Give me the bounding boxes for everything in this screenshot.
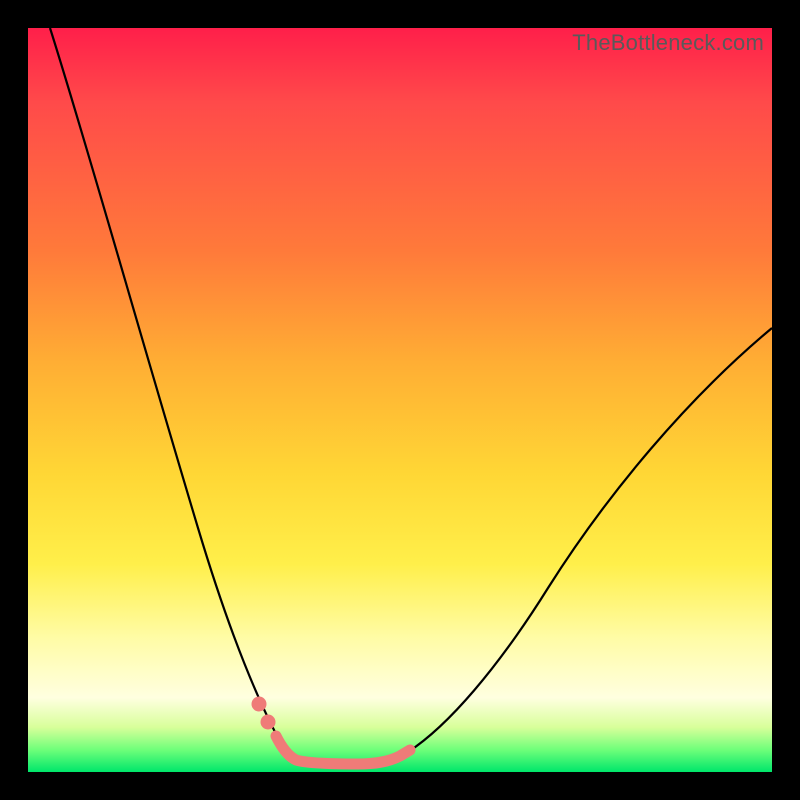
plot-area: TheBottleneck.com [28, 28, 772, 772]
highlight-dot-2 [261, 715, 276, 730]
bottleneck-curve [50, 28, 772, 764]
highlight-dot-1 [252, 697, 267, 712]
curve-svg [28, 28, 772, 772]
chart-frame: TheBottleneck.com [0, 0, 800, 800]
highlight-segment [276, 736, 410, 764]
